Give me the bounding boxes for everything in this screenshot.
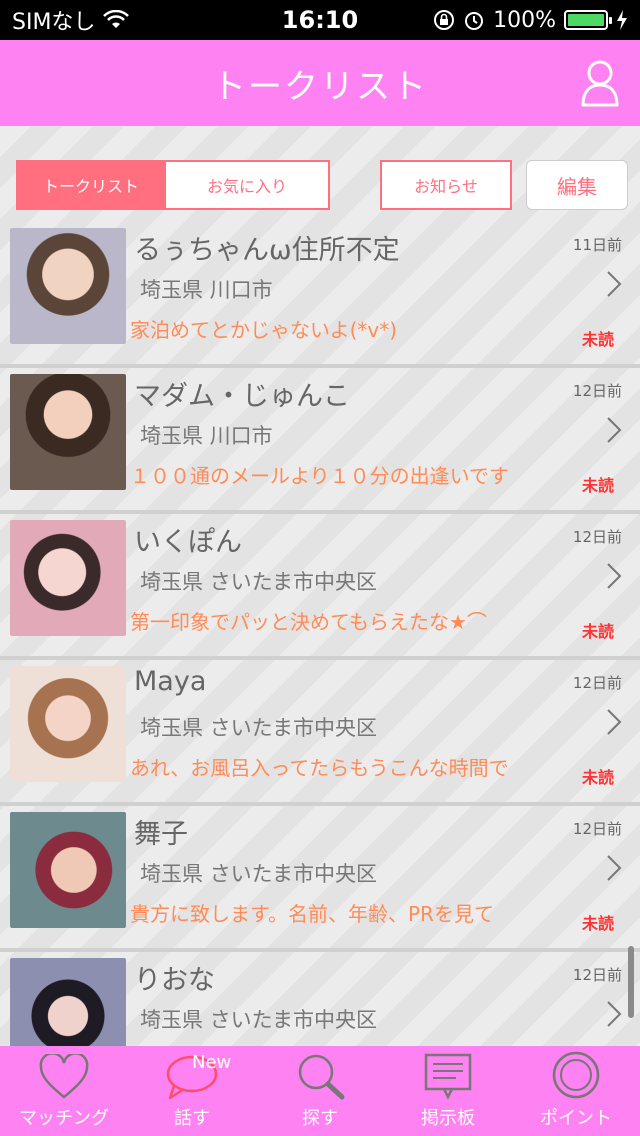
- user-name: マダム・じゅんこ: [134, 381, 350, 412]
- search-icon: [298, 1054, 345, 1100]
- unread-badge: 未読: [581, 768, 614, 787]
- user-location: 埼玉県 川口市: [140, 278, 273, 302]
- tab-board[interactable]: 掲示板: [384, 1046, 512, 1136]
- content-area: トークリスト お気に入り お知らせ 編集 るぅちゃんω住所不定 11日前 埼玉県…: [0, 126, 640, 1046]
- unread-badge: 未読: [581, 476, 614, 495]
- tab-talk-label: 話す: [174, 1108, 210, 1129]
- user-location: 埼玉県 川口市: [140, 424, 273, 448]
- edit-button[interactable]: 編集: [526, 160, 628, 210]
- heart-icon: [39, 1054, 89, 1099]
- message-date: 12日前: [572, 674, 622, 692]
- avatar: [10, 958, 126, 1046]
- last-message: 貴方に致します。名前、年齢、PRを見て: [130, 902, 494, 926]
- last-message: １００通のメールより１０分の出逢いです: [130, 464, 509, 488]
- battery-icon: [564, 10, 612, 30]
- wifi-icon: [103, 10, 130, 28]
- scrollbar[interactable]: [628, 946, 634, 1018]
- tab-favorites[interactable]: お気に入り: [166, 160, 330, 210]
- message-date: 12日前: [572, 820, 622, 838]
- list-item[interactable]: いくぽん 12日前 埼玉県 さいたま市中央区 第一印象でパッと決めてもらえたな★…: [0, 514, 640, 660]
- notice-button[interactable]: お知らせ: [380, 160, 512, 210]
- talk-list: るぅちゃんω住所不定 11日前 埼玉県 川口市 家泊めてとかじゃないよ(*v*)…: [0, 222, 640, 1046]
- charging-icon: [617, 10, 627, 30]
- tab-board-label: 掲示板: [421, 1108, 475, 1129]
- user-location: 埼玉県 さいたま市中央区: [140, 1008, 378, 1032]
- tab-points[interactable]: ポイント: [512, 1046, 640, 1136]
- profile-icon[interactable]: [578, 58, 622, 108]
- unread-badge: 未読: [581, 914, 614, 933]
- user-location: 埼玉県 さいたま市中央区: [140, 716, 378, 740]
- list-item[interactable]: 舞子 12日前 埼玉県 さいたま市中央区 貴方に致します。名前、年齢、PRを見て…: [0, 806, 640, 952]
- tab-matching-label: マッチング: [19, 1108, 109, 1129]
- chevron-right-icon: [607, 417, 622, 443]
- user-location: 埼玉県 さいたま市中央区: [140, 862, 378, 886]
- page-title: トークリスト: [212, 66, 428, 107]
- user-location: 埼玉県 さいたま市中央区: [140, 570, 378, 594]
- chevron-right-icon: [607, 271, 622, 297]
- tab-talk-list[interactable]: トークリスト: [16, 160, 166, 210]
- chevron-right-icon: [607, 563, 622, 589]
- avatar: [10, 666, 126, 782]
- status-bar: SIMなし 16:10 100%: [0, 0, 640, 40]
- unread-badge: 未読: [581, 622, 614, 641]
- alarm-icon: [465, 12, 484, 30]
- unread-badge: 未読: [581, 330, 614, 349]
- new-badge: New: [192, 1052, 232, 1073]
- orientation-lock-icon: [434, 10, 455, 30]
- user-name: Maya: [134, 666, 207, 697]
- list-item[interactable]: るぅちゃんω住所不定 11日前 埼玉県 川口市 家泊めてとかじゃないよ(*v*)…: [0, 222, 640, 368]
- avatar: [10, 520, 126, 636]
- list-item[interactable]: りおな 12日前 埼玉県 さいたま市中央区: [0, 952, 640, 1046]
- chevron-right-icon: [607, 1001, 622, 1027]
- carrier-label: SIMなし: [12, 10, 96, 35]
- user-name: るぅちゃんω住所不定: [134, 235, 400, 266]
- message-date: 12日前: [572, 382, 622, 400]
- list-item[interactable]: Maya 12日前 埼玉県 さいたま市中央区 あれ、お風呂入ってたらもうこんな時…: [0, 660, 640, 806]
- last-message: 家泊めてとかじゃないよ(*v*): [130, 318, 398, 342]
- list-item[interactable]: マダム・じゅんこ 12日前 埼玉県 川口市 １００通のメールより１０分の出逢いで…: [0, 368, 640, 514]
- app-header: トークリスト: [0, 40, 640, 126]
- tab-talk[interactable]: New 話す: [128, 1046, 256, 1136]
- tab-matching[interactable]: マッチング: [0, 1046, 128, 1136]
- bulletin-board-icon: [424, 1053, 472, 1100]
- segment-tabs: トークリスト お気に入り お知らせ 編集: [16, 160, 628, 210]
- avatar: [10, 812, 126, 928]
- tab-search-label: 探す: [302, 1108, 338, 1129]
- chevron-right-icon: [607, 709, 622, 735]
- user-name: 舞子: [134, 819, 188, 850]
- user-name: りおな: [134, 965, 215, 996]
- chevron-right-icon: [607, 855, 622, 881]
- message-date: 11日前: [572, 236, 622, 254]
- battery-percent: 100%: [493, 7, 556, 33]
- message-date: 12日前: [572, 528, 622, 546]
- avatar: [10, 228, 126, 344]
- last-message: あれ、お風呂入ってたらもうこんな時間で: [130, 756, 509, 780]
- user-name: いくぽん: [134, 527, 242, 558]
- last-message: 第一印象でパッと決めてもらえたな★⌒: [130, 610, 487, 634]
- tab-search[interactable]: 探す: [256, 1046, 384, 1136]
- message-date: 12日前: [572, 966, 622, 984]
- bottom-tab-bar: マッチング New 話す 探す 掲示板 ポイント: [0, 1046, 640, 1136]
- coin-icon: [552, 1051, 600, 1099]
- avatar: [10, 374, 126, 490]
- tab-points-label: ポイント: [540, 1108, 612, 1129]
